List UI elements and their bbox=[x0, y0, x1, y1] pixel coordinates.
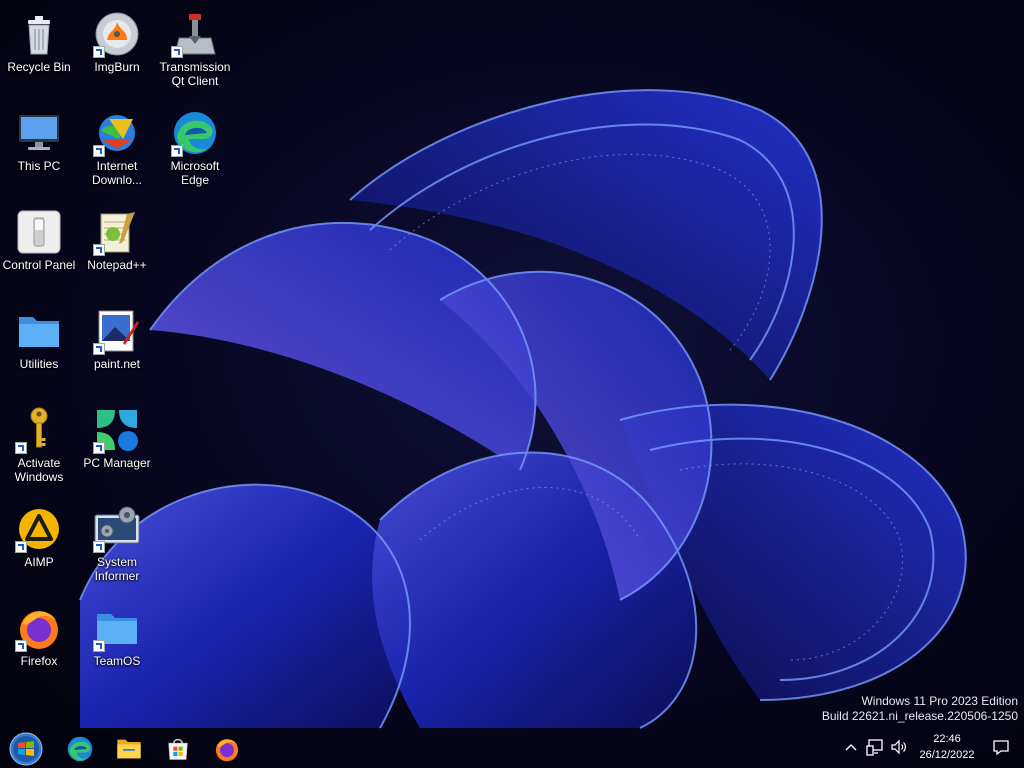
shortcut-arrow-icon bbox=[171, 46, 183, 58]
desktop-icon-pc-manager[interactable]: PC Manager bbox=[78, 402, 156, 470]
desktop-icon-aimp[interactable]: AIMP bbox=[0, 501, 78, 569]
desktop-icon-microsoft-edge[interactable]: Microsoft Edge bbox=[156, 105, 234, 187]
shortcut-arrow-icon bbox=[93, 640, 105, 652]
recycle-bin-icon bbox=[15, 10, 63, 58]
start-orb-icon bbox=[9, 732, 43, 766]
shortcut-arrow-icon bbox=[93, 442, 105, 454]
taskbar-clock[interactable]: 22:46 26/12/2022 bbox=[908, 731, 986, 763]
show-hidden-icons-button[interactable] bbox=[842, 736, 860, 758]
taskbar-edge-button[interactable] bbox=[63, 732, 97, 766]
desktop-icon-label: Transmission Qt Client bbox=[159, 60, 231, 88]
microsoft-store-icon bbox=[168, 738, 188, 760]
desktop-icon-utilities[interactable]: Utilities bbox=[0, 303, 78, 371]
watermark-build: Build 22621.ni_release.220506-1250 bbox=[821, 709, 1018, 723]
network-status-button[interactable] bbox=[864, 736, 886, 758]
desktop-icon-label: ImgBurn bbox=[94, 60, 140, 74]
taskbar-file-explorer-button[interactable] bbox=[112, 732, 146, 766]
desktop-icon-label: paint.net bbox=[93, 357, 141, 371]
desktop-icon-label: This PC bbox=[17, 159, 61, 173]
network-icon bbox=[866, 739, 883, 756]
aimp-icon bbox=[15, 505, 63, 553]
paint-net-icon bbox=[93, 307, 141, 355]
desktop-icon-control-panel[interactable]: Control Panel bbox=[0, 204, 78, 272]
folder-icon bbox=[93, 604, 141, 652]
volume-icon bbox=[891, 739, 906, 755]
control-panel-icon bbox=[15, 208, 63, 256]
computer-icon bbox=[15, 109, 63, 157]
windows-edition-watermark: Windows 11 Pro 2023 Edition Build 22621.… bbox=[822, 694, 1018, 724]
desktop-icon-teamos[interactable]: TeamOS bbox=[78, 600, 156, 668]
pc-manager-icon bbox=[93, 406, 141, 454]
desktop-icon-label: PC Manager bbox=[83, 456, 151, 470]
shortcut-arrow-icon bbox=[93, 46, 105, 58]
desktop-icon-transmission[interactable]: Transmission Qt Client bbox=[156, 6, 234, 88]
desktop-icon-label: Internet Downlo... bbox=[91, 159, 143, 187]
desktop-icon-label: Control Panel bbox=[2, 258, 76, 272]
clock-date: 26/12/2022 bbox=[919, 749, 975, 761]
desktop-icon-label: Microsoft Edge bbox=[170, 159, 220, 187]
notification-icon bbox=[993, 740, 1009, 756]
firefox-icon bbox=[215, 739, 239, 762]
notification-center-button[interactable] bbox=[990, 736, 1012, 758]
start-button[interactable] bbox=[9, 732, 43, 766]
shortcut-arrow-icon bbox=[93, 343, 105, 355]
desktop-icon-activate-windows[interactable]: Activate Windows bbox=[0, 402, 78, 484]
taskbar-microsoft-store-button[interactable] bbox=[161, 732, 195, 766]
internet-download-manager-icon bbox=[93, 109, 141, 157]
imgburn-icon bbox=[93, 10, 141, 58]
firefox-icon bbox=[15, 604, 63, 652]
notepad-plus-plus-icon bbox=[93, 208, 141, 256]
desktop-icon-firefox[interactable]: Firefox bbox=[0, 600, 78, 668]
desktop-icon-label: Notepad++ bbox=[87, 258, 147, 272]
desktop-icon-this-pc[interactable]: This PC bbox=[0, 105, 78, 173]
shortcut-arrow-icon bbox=[15, 442, 27, 454]
desktop-icon-recycle-bin[interactable]: Recycle Bin bbox=[0, 6, 78, 74]
shortcut-arrow-icon bbox=[93, 541, 105, 553]
desktop-icon-internet-download-manager[interactable]: Internet Downlo... bbox=[78, 105, 156, 187]
shortcut-arrow-icon bbox=[93, 145, 105, 157]
shortcut-arrow-icon bbox=[15, 640, 27, 652]
taskbar-firefox-button[interactable] bbox=[210, 732, 244, 766]
edge-icon bbox=[67, 736, 93, 762]
desktop-icon-label: System Informer bbox=[94, 555, 140, 583]
desktop-icon-system-informer[interactable]: System Informer bbox=[78, 501, 156, 583]
file-explorer-icon bbox=[117, 739, 141, 759]
desktop-icon-label: Activate Windows bbox=[14, 456, 64, 484]
clock-time: 22:46 bbox=[933, 733, 961, 745]
desktop-icon-notepad-plus-plus[interactable]: Notepad++ bbox=[78, 204, 156, 272]
volume-button[interactable] bbox=[888, 736, 910, 758]
shortcut-arrow-icon bbox=[93, 244, 105, 256]
desktop-icon-imgburn[interactable]: ImgBurn bbox=[78, 6, 156, 74]
desktop-icon-label: Firefox bbox=[20, 654, 58, 668]
key-icon bbox=[15, 406, 63, 454]
desktop-icon-label: AIMP bbox=[24, 555, 54, 569]
desktop-icon-label: TeamOS bbox=[93, 654, 141, 668]
shortcut-arrow-icon bbox=[171, 145, 183, 157]
desktop-icon-paint-net[interactable]: paint.net bbox=[78, 303, 156, 371]
edge-icon bbox=[171, 109, 219, 157]
chevron-up-icon bbox=[845, 744, 857, 751]
watermark-edition: Windows 11 Pro 2023 Edition bbox=[861, 694, 1018, 708]
desktop-icon-label: Utilities bbox=[19, 357, 59, 371]
system-informer-icon bbox=[93, 505, 141, 553]
desktop-icon-label: Recycle Bin bbox=[7, 60, 71, 74]
transmission-icon bbox=[171, 10, 219, 58]
shortcut-arrow-icon bbox=[15, 541, 27, 553]
folder-icon bbox=[15, 307, 63, 355]
